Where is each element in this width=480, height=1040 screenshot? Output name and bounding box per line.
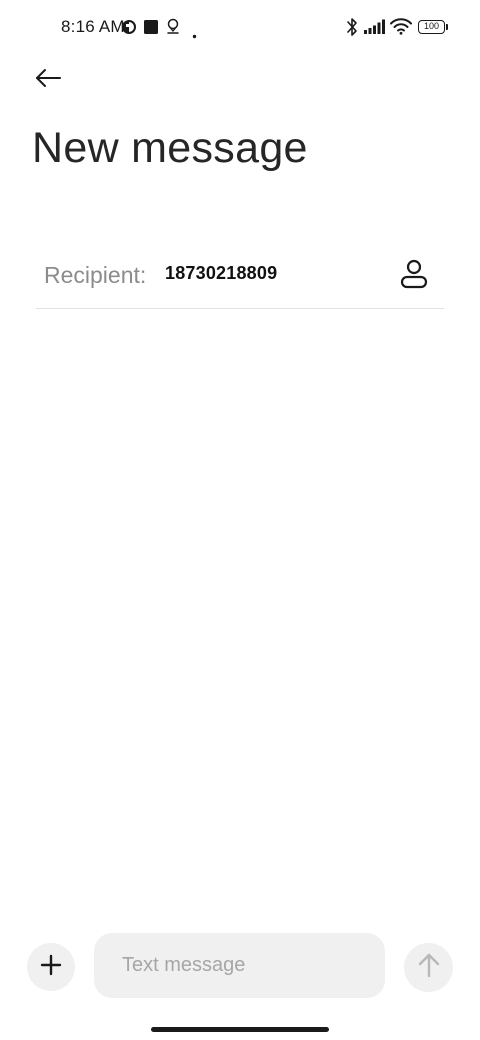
dot-icon bbox=[192, 26, 197, 44]
arrow-up-icon bbox=[418, 952, 440, 983]
wifi-icon bbox=[390, 18, 412, 40]
location-pin-icon bbox=[166, 18, 180, 40]
signal-icon bbox=[364, 19, 386, 40]
page-title: New message bbox=[32, 124, 308, 172]
person-icon bbox=[400, 259, 428, 294]
square-icon bbox=[143, 19, 159, 40]
battery-level: 100 bbox=[423, 21, 440, 31]
add-attachment-button[interactable] bbox=[27, 943, 75, 991]
back-button[interactable] bbox=[28, 62, 68, 98]
recipient-label: Recipient: bbox=[44, 262, 147, 288]
status-time: 8:16 AM bbox=[61, 17, 125, 36]
plus-icon bbox=[40, 954, 62, 981]
battery-icon: 100 bbox=[418, 20, 448, 34]
text-message-input[interactable] bbox=[94, 933, 385, 998]
contact-picker-button[interactable] bbox=[394, 256, 434, 296]
recipient-value[interactable]: 18730218809 bbox=[165, 263, 277, 284]
recipient-field[interactable]: Recipient: 18730218809 bbox=[36, 240, 444, 309]
bluetooth-icon bbox=[345, 17, 359, 42]
new-message-screen: 8:16 AM 100 New message Recipient: 18730… bbox=[0, 0, 480, 1040]
send-button[interactable] bbox=[404, 943, 453, 992]
status-bar: 8:16 AM 100 bbox=[0, 0, 480, 56]
circle-half-icon bbox=[121, 19, 137, 40]
arrow-left-icon bbox=[34, 67, 62, 94]
home-indicator[interactable] bbox=[151, 1027, 329, 1032]
